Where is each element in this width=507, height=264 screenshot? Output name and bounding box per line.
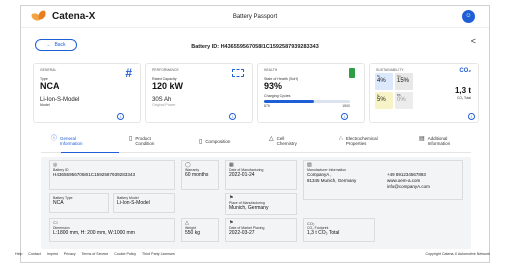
weight-cell: △ Weight 550 kg — [181, 218, 219, 242]
nickel-tile: Ni 4% — [375, 73, 393, 90]
tab-label: Cell Chemistry — [276, 136, 297, 146]
co2-footprint-cell: CO₂ CO₂ Footprint 1,3 t CO₂ Total — [303, 218, 375, 242]
warranty-cell: ◯ Warranty 60 months — [181, 160, 219, 190]
dimension-value: L:1800 mm, H: 200 mm, W:1000 mm — [53, 230, 135, 236]
top-bar: Catena-X Battery Passport ☺ — [21, 6, 489, 28]
share-icon[interactable]: < — [471, 36, 476, 46]
sustainability-card: SUSTAINABILITY Ni 4% Co 15% Li 5% Pb 0% … — [369, 63, 479, 123]
battery-model-value: Li-Ion-S-Model — [117, 200, 150, 206]
general-card-label: GENERAL — [40, 68, 57, 72]
footer: Help Contact Imprint Privacy Terms of Se… — [15, 252, 495, 256]
lithium-value: 5% — [377, 97, 386, 103]
battery-health-icon — [349, 68, 355, 78]
battery-capacity-icon — [232, 69, 244, 77]
tab-cell-chemistry[interactable]: △ Cell Chemistry — [269, 136, 305, 146]
tab-label: Electrochemical Properties — [345, 136, 378, 146]
tab-product-condition[interactable]: ▯ Product Condition — [129, 136, 165, 146]
footer-link-help[interactable]: Help — [15, 252, 22, 256]
co2-icon: CO₂ — [459, 68, 471, 74]
tab-label: Composition — [205, 139, 231, 144]
electro-icon: ∴ — [339, 136, 343, 142]
sustainability-card-label: SUSTAINABILITY — [376, 68, 404, 72]
general-info-panel: ◎ Battery ID H436559567058I1C15925879392… — [41, 157, 471, 249]
cobalt-tile: Co 15% — [395, 73, 413, 90]
battery-icon: ▯ — [129, 136, 133, 142]
model-label: Model — [40, 103, 50, 107]
market-date-cell: ⚑ Date of Market Placing 2022-03-27 — [225, 218, 297, 242]
tab-bar: ⓘ General Information ▯ Product Conditio… — [41, 133, 471, 153]
rated-capacity-value: 120 kW — [152, 81, 184, 91]
lithium-tile: Li 5% — [375, 92, 393, 109]
general-card: GENERAL # Type NCA Li-Ion-S-Model Model — [33, 63, 141, 123]
charging-cycles-bar — [264, 100, 350, 103]
app-window: Catena-X Battery Passport ☺ ← Back Batte… — [20, 5, 490, 263]
chemistry-icon: △ — [269, 136, 274, 142]
active-tab-indicator — [61, 151, 119, 153]
weight-value: 550 kg — [185, 230, 201, 236]
co2-total-label: CO₂ Total — [456, 96, 471, 100]
tab-label: General Information — [60, 136, 83, 146]
manufacturer-address: 81345 Munich, Germany — [307, 178, 357, 183]
battery-type-cell: Battery Type NCA — [49, 193, 109, 213]
charging-cycles-label: Charging Cycles — [264, 94, 291, 98]
tab-electrochemical-properties[interactable]: ∴ Electrochemical Properties — [339, 136, 388, 146]
footer-link-privacy[interactable]: Privacy — [64, 252, 76, 256]
tab-label: Additional Information — [427, 136, 451, 146]
page-title: Battery Passport — [232, 14, 278, 20]
composition-icon: ▯ — [199, 139, 203, 145]
charging-cycles-fill — [264, 100, 314, 103]
tab-additional-information[interactable]: ▤ Additional Information — [419, 136, 462, 146]
dimension-cell: ▭ Dimension L:1800 mm, H: 200 mm, W:1000… — [49, 218, 175, 242]
cycles-max: 1500 — [342, 104, 350, 108]
manufacturer-cell: ▨ Manufacturer Information CompanyA , 81… — [303, 160, 463, 200]
performance-card: PERFORMANCE Rated Capacity 120 kW 30S Ah… — [145, 63, 253, 123]
info-icon: ⓘ — [51, 136, 58, 142]
type-value: NCA — [40, 81, 60, 91]
user-avatar[interactable]: ☺ — [462, 10, 475, 23]
health-card-label: HEALTH — [264, 68, 278, 72]
footer-link-licenses[interactable]: Third Party Licenses — [142, 252, 175, 256]
tab-label: Product Condition — [135, 136, 155, 146]
footer-link-contact[interactable]: Contact — [28, 252, 40, 256]
document-icon: ▤ — [419, 136, 425, 142]
battery-id-value: H436559567058I1C1592587939283343 — [53, 172, 136, 177]
original-power-label: Original Power — [152, 103, 176, 107]
cycles-current: 875 — [264, 104, 270, 108]
place-cell: ⚑ Place of Manufacturing Munich, Germany — [225, 193, 297, 215]
footer-link-imprint[interactable]: Imprint — [47, 252, 58, 256]
cobalt-value: 15% — [397, 78, 410, 84]
dom-value: 2022-01-24 — [229, 172, 255, 178]
tab-general-information[interactable]: ⓘ General Information — [51, 136, 94, 146]
dom-cell: ▦ Date of Manufacturing 2022-01-24 — [225, 160, 297, 190]
place-value: Munich, Germany — [229, 205, 269, 211]
manufacturer-email[interactable]: info@companyA.com — [387, 184, 430, 190]
footer-link-terms[interactable]: Terms of Service — [82, 252, 109, 256]
lead-tile: Pb 0% — [395, 92, 413, 109]
battery-id-heading: Battery ID: H436559567058I1C159258793928… — [191, 44, 319, 50]
health-card: HEALTH State of Health (SoH) 93% Chargin… — [257, 63, 365, 123]
warranty-value: 60 months — [185, 172, 209, 178]
hash-icon: # — [125, 66, 132, 80]
co2-value: 1,3 t — [454, 86, 471, 95]
summary-cards: GENERAL # Type NCA Li-Ion-S-Model Model … — [33, 63, 479, 123]
market-date-value: 2022-03-27 — [229, 230, 255, 236]
soh-value: 93% — [264, 81, 283, 91]
battery-model-cell: Battery Model Li-Ion-S-Model — [113, 193, 175, 213]
lead-value: 0% — [397, 97, 406, 103]
nickel-value: 4% — [377, 78, 386, 84]
copyright: Copyright Catena-X Automotive Network — [425, 252, 490, 256]
battery-id-cell: ◎ Battery ID H436559567058I1C15925879392… — [49, 160, 175, 190]
battery-type-value: NCA — [53, 200, 64, 206]
co2-footprint-value: 1,3 t CO₂ Total — [307, 230, 340, 236]
footer-link-cookie[interactable]: Cookie Policy — [114, 252, 136, 256]
tab-composition[interactable]: ▯ Composition — [199, 139, 230, 145]
